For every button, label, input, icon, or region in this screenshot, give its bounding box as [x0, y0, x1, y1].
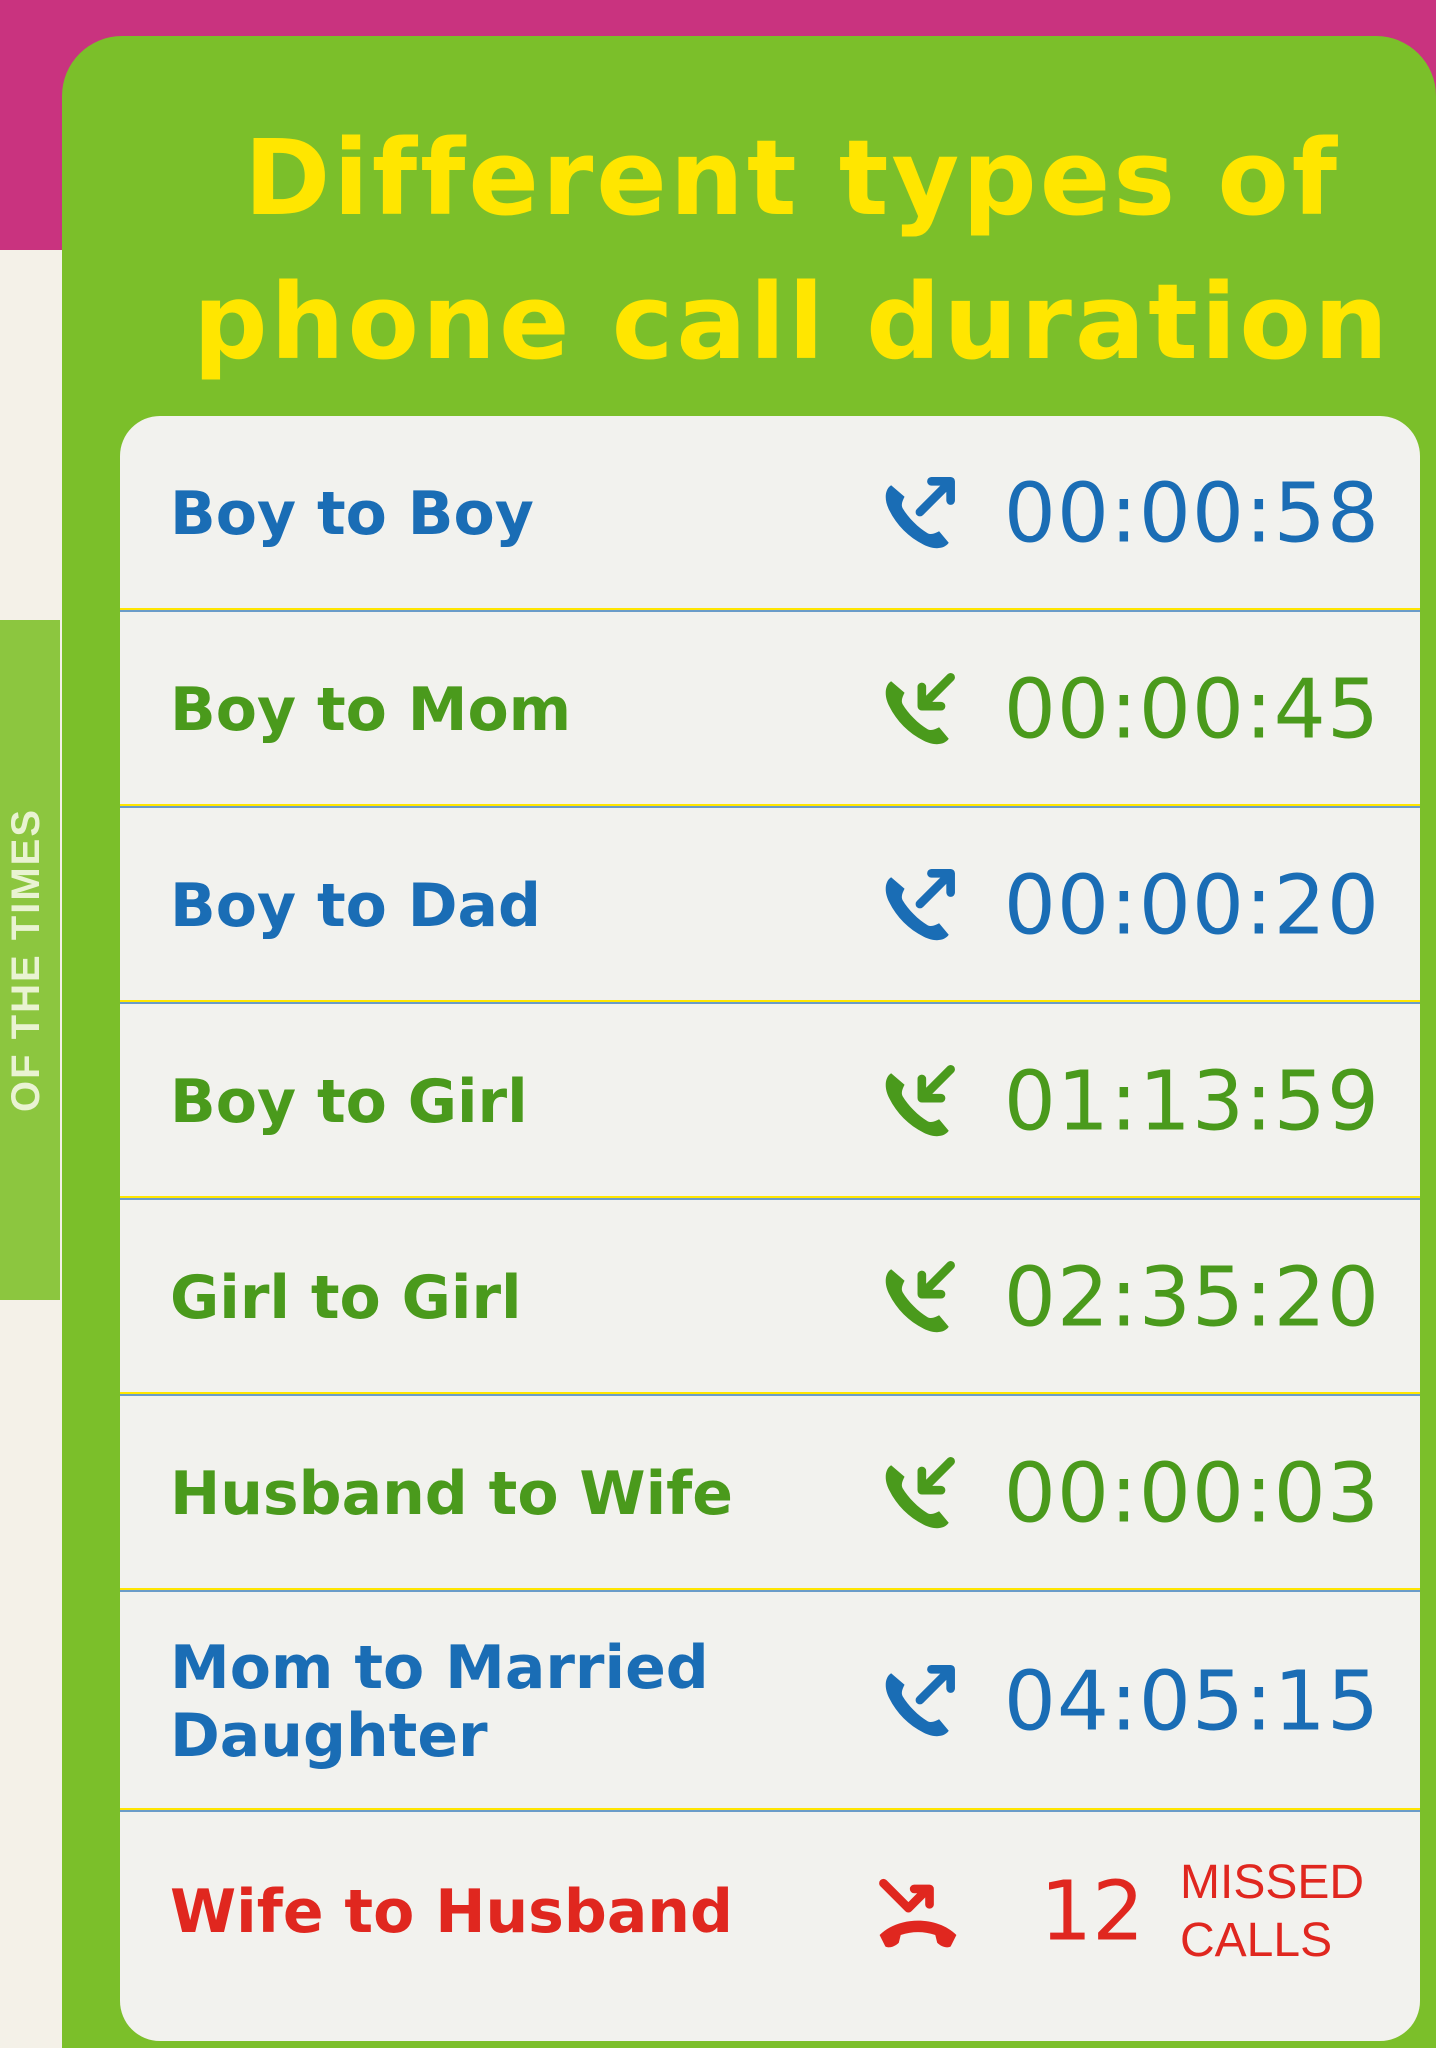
outgoing-call-icon	[885, 869, 955, 941]
missed-calls-label: MISSED CALLS	[1180, 1854, 1380, 1970]
incoming-call-icon	[885, 673, 955, 745]
missed-label-line2: CALLS	[1180, 1914, 1333, 1967]
call-row[interactable]: Wife to Husband 12 MISSED CALLS	[120, 1812, 1420, 2012]
call-label: Wife to Husband	[170, 1877, 733, 1947]
call-duration: 00:00:45	[1003, 662, 1380, 758]
call-label: Boy to Boy	[170, 479, 534, 549]
call-label: Boy to Mom	[170, 675, 572, 745]
call-row[interactable]: Boy to Dad 00:00:20	[120, 808, 1420, 1004]
call-row[interactable]: Boy to Boy 00:00:58	[120, 416, 1420, 612]
incoming-call-icon	[885, 1457, 955, 1529]
incoming-call-icon	[885, 1261, 955, 1333]
call-duration: 04:05:15	[1003, 1654, 1380, 1750]
call-log-card: Boy to Boy 00:00:58 Boy to Mom 00:00:45 …	[120, 416, 1420, 2041]
call-label: Boy to Girl	[170, 1067, 528, 1137]
missed-label-line1: MISSED	[1180, 1856, 1365, 1909]
call-row[interactable]: Boy to Mom 00:00:45	[120, 612, 1420, 808]
incoming-call-icon	[885, 1065, 955, 1137]
call-duration: 00:00:58	[1003, 466, 1380, 562]
page-title: Different types of phone call duration	[193, 117, 1391, 383]
call-label: Boy to Dad	[170, 871, 541, 941]
call-label: Mom to Married Daughter	[170, 1633, 709, 1771]
call-row[interactable]: Mom to Married Daughter 04:05:15	[120, 1592, 1420, 1812]
call-duration: 01:13:59	[1003, 1054, 1380, 1150]
missed-call-icon	[879, 1878, 957, 1948]
call-row[interactable]: Girl to Girl 02:35:20	[120, 1200, 1420, 1396]
spine-text: OF THE TIMES	[4, 808, 48, 1112]
call-label: Girl to Girl	[170, 1263, 522, 1333]
outgoing-call-icon	[885, 477, 955, 549]
call-row[interactable]: Husband to Wife 00:00:03	[120, 1396, 1420, 1592]
outgoing-call-icon	[885, 1665, 955, 1737]
green-panel: Different types of phone call duration B…	[62, 36, 1436, 2048]
call-duration: 00:00:03	[1003, 1446, 1380, 1542]
call-duration: 02:35:20	[1003, 1250, 1380, 1346]
call-duration: 00:00:20	[1003, 858, 1380, 954]
call-row[interactable]: Boy to Girl 01:13:59	[120, 1004, 1420, 1200]
call-label: Husband to Wife	[170, 1459, 733, 1529]
missed-call-count: 12	[1040, 1864, 1145, 1960]
